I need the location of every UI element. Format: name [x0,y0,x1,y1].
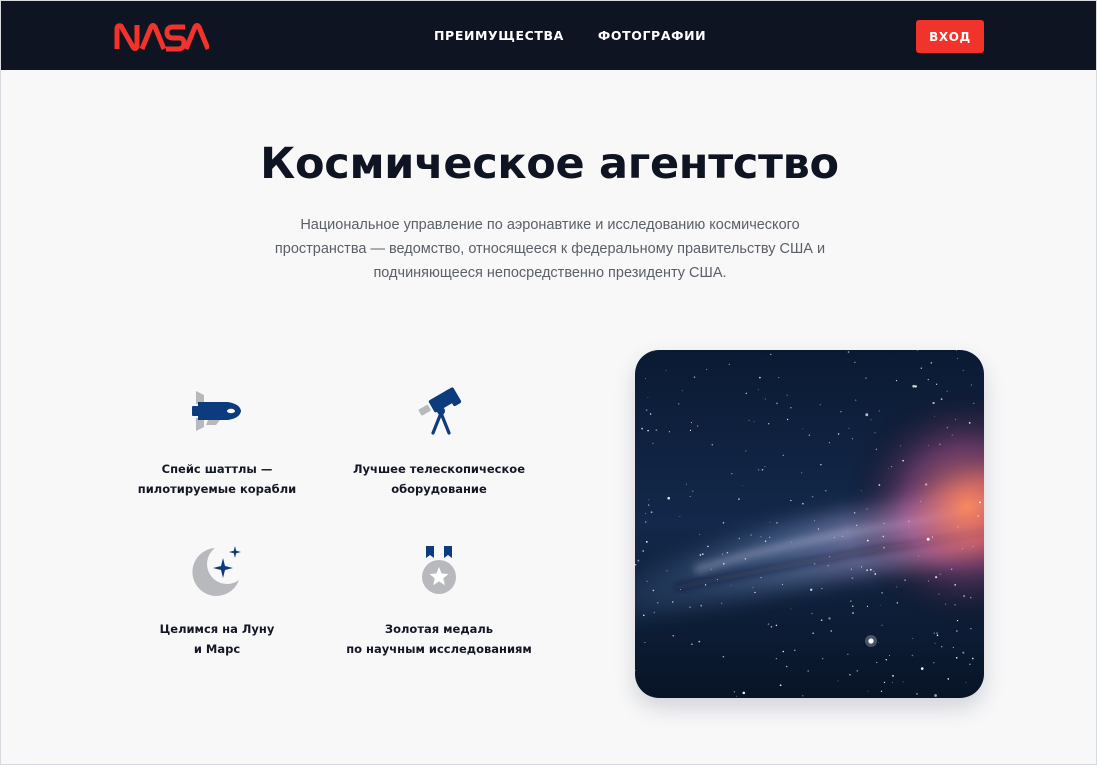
milky-way-image [635,350,984,698]
page: ПРЕИМУЩЕСТВА ФОТОГРАФИИ ВХОД Космическое… [0,0,1097,765]
main-nav: ПРЕИМУЩЕСТВА ФОТОГРАФИИ [434,28,706,43]
feature-line: Целимся на Луну [159,622,275,636]
moon-stars-icon [192,546,241,596]
feature-text: Целимся на Луну и Марс [102,619,332,659]
feature-line: Лучшее телескопическое [353,462,525,476]
feature-gold-medal: Золотая медаль по научным исследованиям [324,544,554,656]
feature-line: оборудование [391,482,487,496]
medal-icon [422,546,456,594]
space-shuttle-icon [192,391,241,431]
login-button[interactable]: ВХОД [916,20,984,53]
feature-line: пилотируемые корабли [137,482,297,496]
nav-link-advantages[interactable]: ПРЕИМУЩЕСТВА [434,28,564,43]
feature-telescope: Лучшее телескопическое оборудование [324,385,554,496]
feature-line: Золотая медаль [384,622,494,636]
page-title: Космическое агентство [260,139,839,189]
top-navbar: ПРЕИМУЩЕСТВА ФОТОГРАФИИ ВХОД [1,1,1096,70]
telescope-icon [418,387,462,435]
feature-line: по научным исследованиям [346,642,532,656]
feature-text: Лучшее телескопическое оборудование [324,459,554,499]
feature-space-shuttles: Спейс шаттлы — пилотируемые корабли [102,389,332,496]
hero-description: Национальное управление по аэронавтике и… [274,217,826,281]
feature-text: Золотая медаль по научным исследованиям [324,619,554,659]
feature-line: Спейс шаттлы — [161,462,273,476]
nasa-logo[interactable] [113,21,209,53]
nav-link-photos[interactable]: ФОТОГРАФИИ [598,28,706,43]
feature-text: Спейс шаттлы — пилотируемые корабли [102,459,332,499]
feature-line: и Марс [193,642,241,656]
galaxy-illustration [635,350,984,698]
feature-moon-mars: Целимся на Луну и Марс [102,544,332,656]
